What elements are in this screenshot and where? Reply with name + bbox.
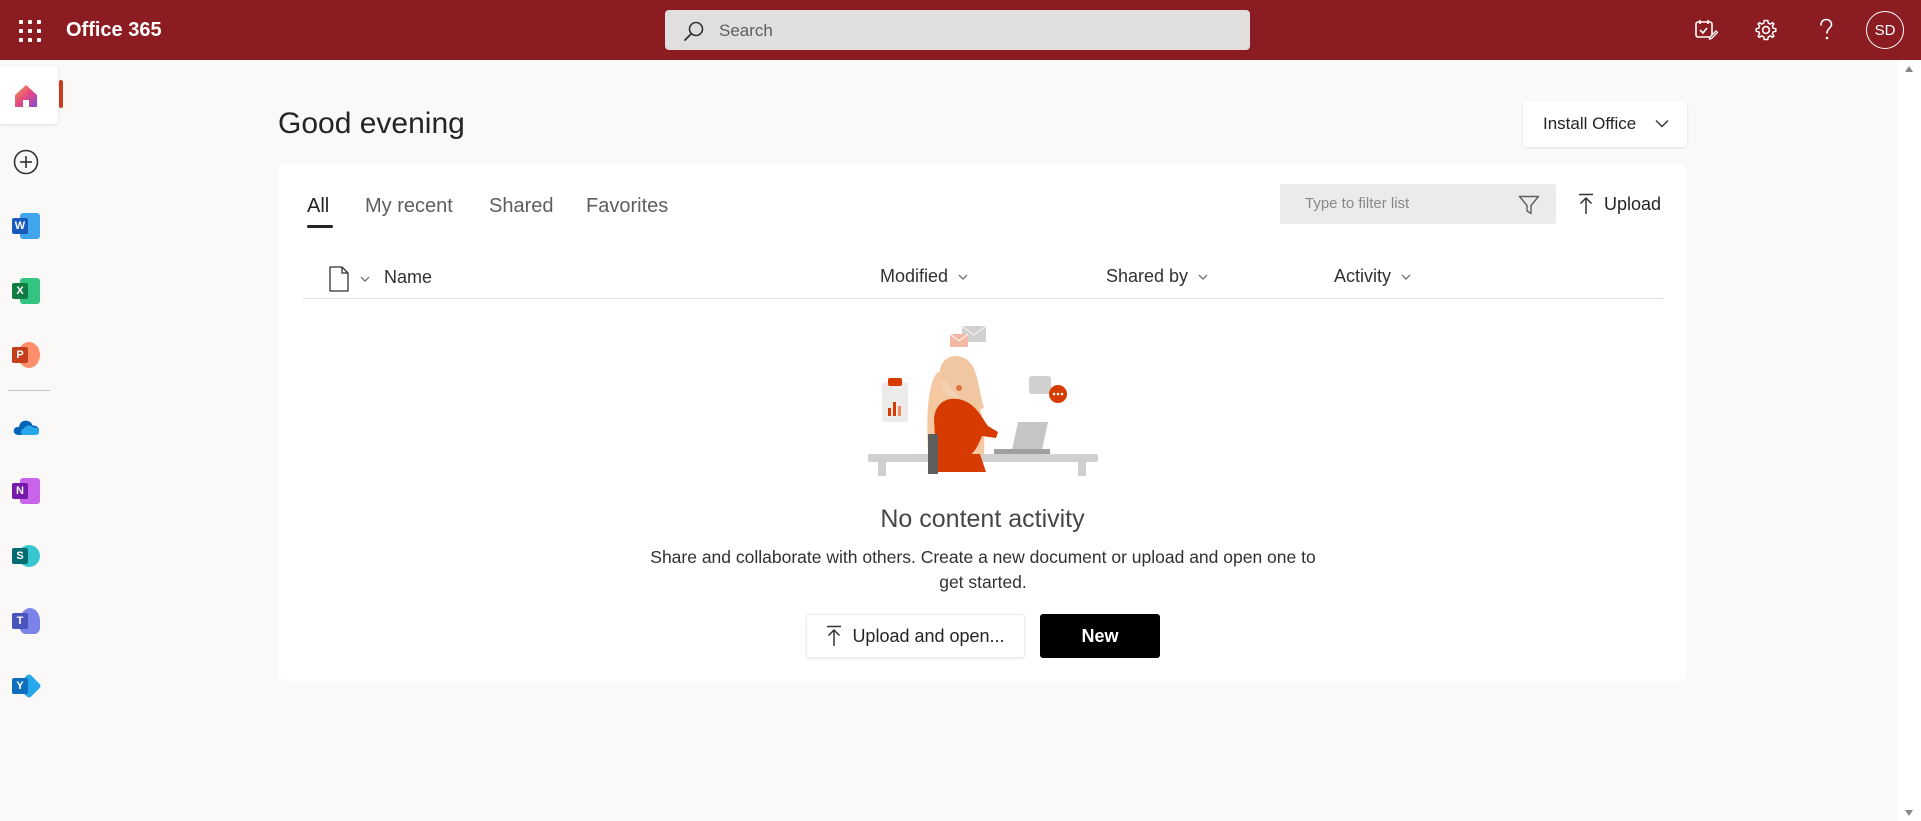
chevron-down-icon [1655, 120, 1669, 128]
header-divider [303, 298, 1663, 299]
rail-active-indicator [59, 80, 63, 108]
top-bar: Office 365 Search SD [0, 0, 1921, 60]
tab-all[interactable]: All [307, 195, 329, 218]
home-icon [15, 85, 37, 107]
help-icon[interactable] [1811, 15, 1841, 45]
sharepoint-icon: S [12, 543, 40, 569]
search-box[interactable]: Search [665, 10, 1250, 50]
scroll-down-arrow-icon[interactable] [1905, 810, 1913, 816]
scroll-up-arrow-icon[interactable] [1905, 66, 1913, 72]
install-office-label: Install Office [1543, 114, 1637, 133]
file-type-column-header[interactable] [318, 266, 370, 292]
page-title: Good evening [278, 107, 465, 140]
upload-button[interactable]: Upload [1578, 190, 1661, 218]
rail-item-word[interactable]: W [8, 208, 44, 244]
install-office-button[interactable]: Install Office [1523, 101, 1687, 147]
filter-box[interactable]: Type to filter list [1280, 184, 1556, 224]
rail-item-onenote[interactable]: N [8, 473, 44, 509]
tab-shared[interactable]: Shared [489, 195, 554, 218]
document-icon [329, 266, 349, 292]
activity-column-header[interactable]: Activity [1334, 266, 1411, 287]
empty-state-description: Share and collaborate with others. Creat… [650, 547, 1316, 592]
powerpoint-icon: P [12, 342, 40, 368]
chevron-down-icon [360, 276, 370, 282]
shared-by-column-label: Shared by [1106, 266, 1189, 286]
rail-item-home[interactable] [8, 78, 44, 114]
onenote-icon: N [12, 478, 40, 504]
activity-column-label: Activity [1334, 266, 1392, 286]
settings-icon[interactable] [1751, 15, 1781, 45]
tab-active-underline [307, 225, 333, 228]
rail-item-create[interactable] [8, 144, 44, 180]
onedrive-icon [13, 420, 40, 435]
upload-label: Upload [1604, 193, 1662, 214]
avatar[interactable]: SD [1866, 11, 1904, 49]
chevron-down-icon [1401, 274, 1411, 280]
tab-favorites[interactable]: Favorites [586, 195, 668, 218]
chevron-down-icon [958, 274, 968, 280]
filter-input[interactable]: Type to filter list [1305, 195, 1409, 212]
modified-column-label: Modified [880, 266, 949, 286]
search-input[interactable]: Search [719, 21, 773, 41]
rail-item-sharepoint[interactable]: S [8, 538, 44, 574]
upload-icon [1579, 193, 1593, 214]
shared-by-column-header[interactable]: Shared by [1106, 266, 1208, 287]
my-day-icon[interactable] [1691, 15, 1721, 45]
new-button[interactable]: New [1040, 614, 1160, 658]
rail-item-excel[interactable]: X [8, 273, 44, 309]
rail-item-teams[interactable]: T [8, 603, 44, 639]
yammer-icon: Y [12, 673, 42, 699]
empty-state-illustration [868, 325, 1098, 476]
chevron-down-icon [1198, 274, 1208, 280]
name-column-label: Name [384, 267, 433, 287]
rail-item-onedrive[interactable] [8, 409, 44, 445]
teams-icon: T [12, 608, 40, 634]
modified-column-header[interactable]: Modified [880, 266, 968, 287]
app-launcher-icon[interactable] [13, 15, 43, 45]
rail-item-yammer[interactable]: Y [8, 668, 44, 704]
filter-icon[interactable] [1518, 195, 1540, 215]
excel-icon: X [12, 278, 40, 304]
search-icon [684, 21, 704, 41]
upload-and-open-button[interactable]: Upload and open... [806, 614, 1025, 658]
word-icon: W [12, 213, 40, 239]
rail-divider [8, 390, 50, 391]
create-icon [13, 149, 39, 175]
scrollbar[interactable] [1898, 60, 1921, 821]
name-column-header[interactable]: Name [384, 267, 432, 288]
rail-item-powerpoint[interactable]: P [8, 337, 44, 373]
tab-my-recent[interactable]: My recent [365, 195, 453, 218]
upload-icon [827, 625, 842, 646]
upload-and-open-label: Upload and open... [852, 625, 1005, 646]
app-title[interactable]: Office 365 [66, 19, 162, 42]
empty-state-title: No content activity [880, 505, 1085, 533]
